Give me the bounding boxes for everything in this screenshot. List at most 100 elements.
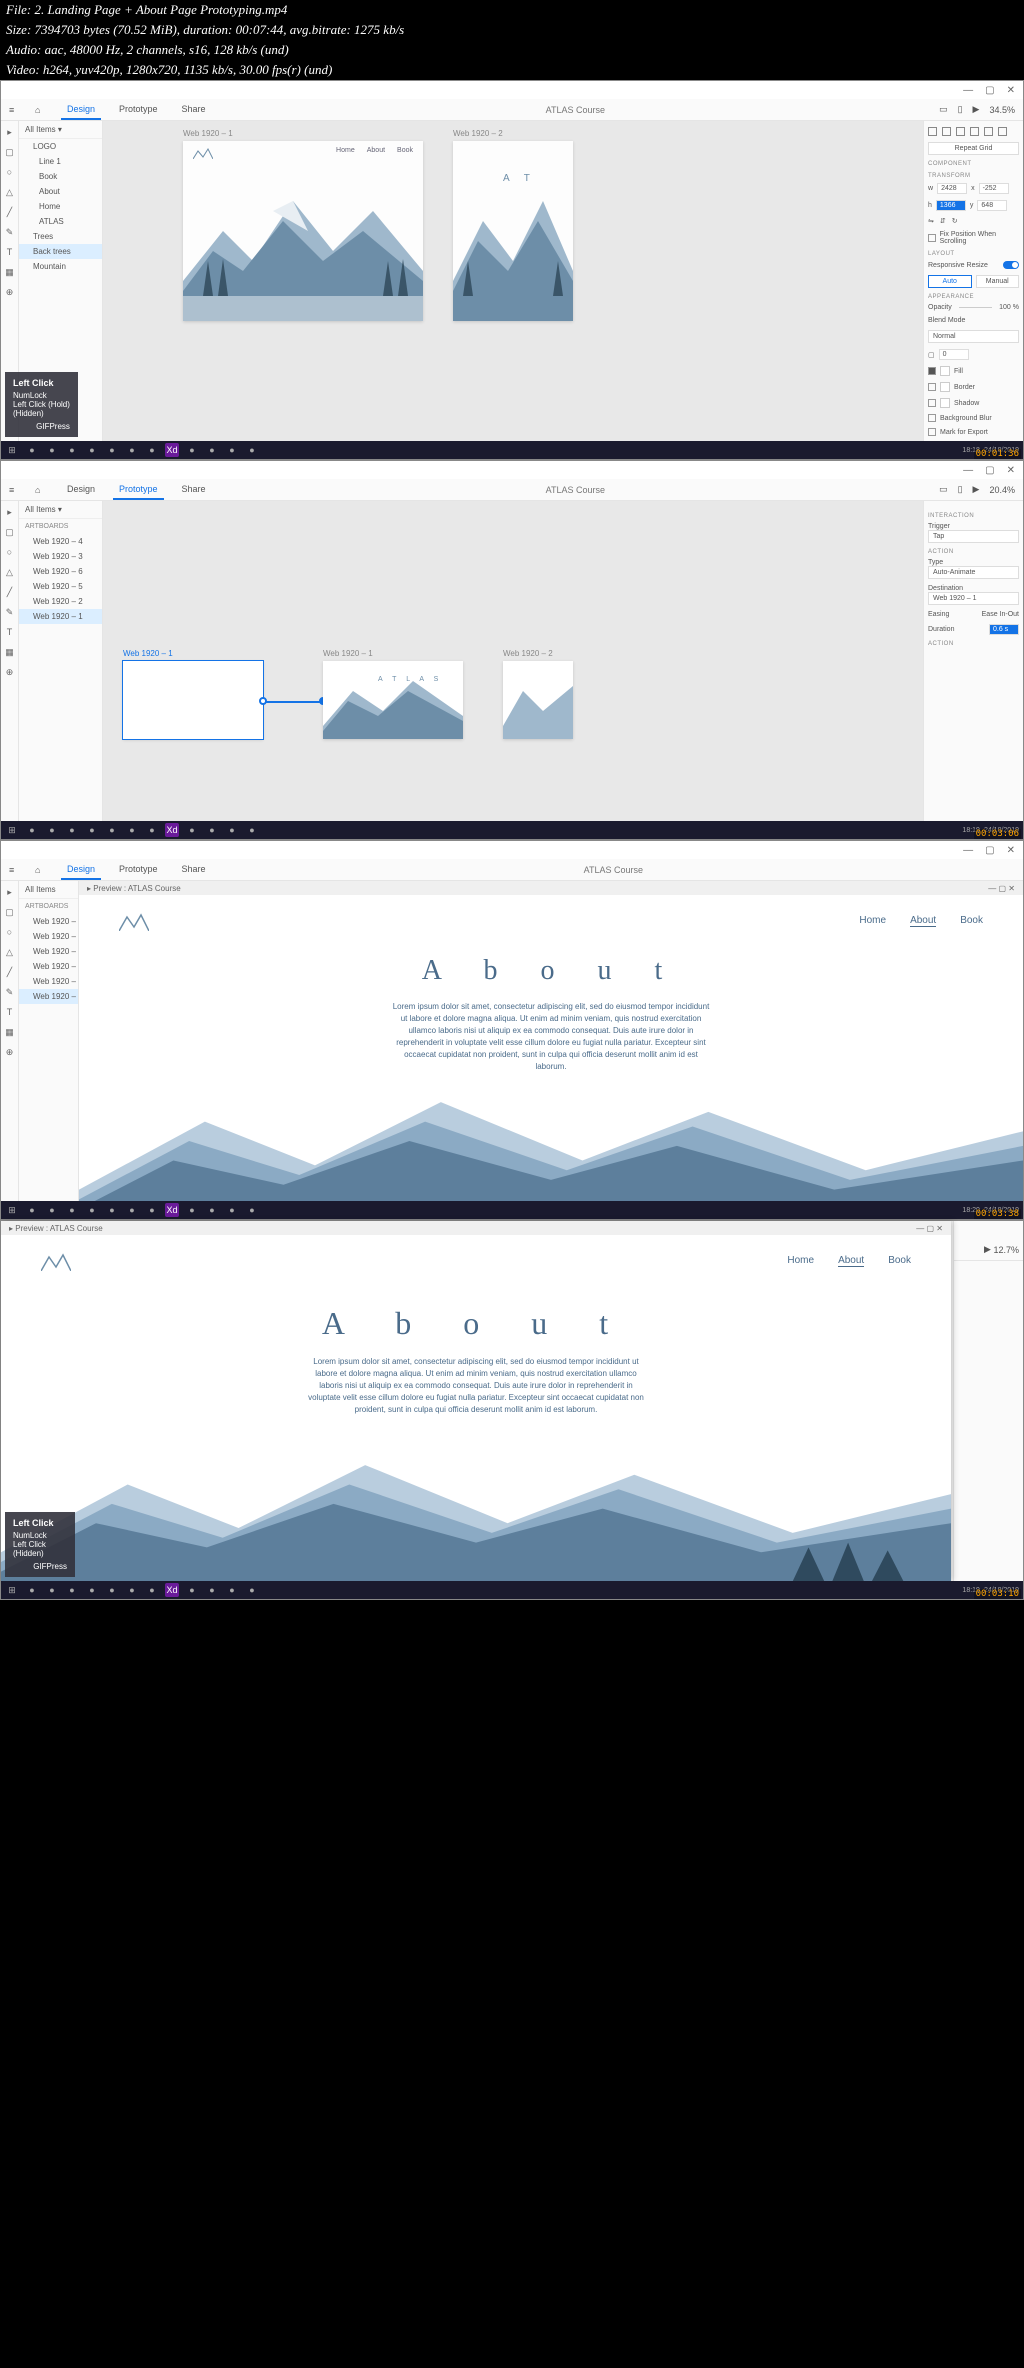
artboard-tool[interactable]: ▦	[5, 267, 15, 277]
desktop-preview-icon[interactable]: ▭	[939, 484, 948, 495]
ellipse-tool[interactable]: ○	[5, 547, 15, 557]
layers-filter[interactable]: All Items	[19, 881, 78, 899]
align-center-icon[interactable]	[942, 127, 951, 136]
taskbar-app[interactable]: ●	[185, 1583, 199, 1597]
taskbar-app[interactable]: ●	[245, 1583, 259, 1597]
taskbar-app[interactable]: ●	[145, 443, 159, 457]
nav-about[interactable]: About	[367, 147, 385, 154]
taskbar-app[interactable]: ●	[205, 1583, 219, 1597]
tab-prototype[interactable]: Prototype	[113, 860, 164, 880]
minimize-icon[interactable]: —	[963, 465, 973, 476]
fix-position-checkbox[interactable]	[928, 234, 936, 242]
preview-minimize-icon[interactable]: —	[988, 884, 996, 893]
tab-share[interactable]: Share	[176, 480, 212, 500]
start-icon[interactable]: ⊞	[5, 443, 19, 457]
taskbar-xd[interactable]: Xd	[165, 823, 179, 837]
maximize-icon[interactable]: ▢	[985, 85, 994, 96]
taskbar-xd[interactable]: Xd	[165, 443, 179, 457]
taskbar-app[interactable]: ●	[225, 1583, 239, 1597]
start-icon[interactable]: ⊞	[5, 1583, 19, 1597]
tab-share[interactable]: Share	[176, 100, 212, 120]
taskbar-app[interactable]: ●	[25, 1203, 39, 1217]
layer-item[interactable]: Trees	[19, 229, 102, 244]
artboard-item[interactable]: Web 1920 – 3	[19, 549, 102, 564]
minimize-icon[interactable]: —	[963, 85, 973, 96]
repeat-grid-button[interactable]: Repeat Grid	[928, 142, 1019, 155]
layers-filter[interactable]: All Items ▾	[19, 501, 102, 519]
close-icon[interactable]: ✕	[1007, 465, 1015, 476]
zoom-tool[interactable]: ⊕	[5, 667, 15, 677]
nav-about[interactable]: About	[838, 1255, 864, 1267]
taskbar-app[interactable]: ●	[65, 1203, 79, 1217]
x-input[interactable]: -252	[979, 183, 1009, 194]
taskbar-app[interactable]: ●	[45, 1203, 59, 1217]
wire-node-start[interactable]	[259, 697, 267, 705]
polygon-tool[interactable]: △	[5, 187, 15, 197]
layer-item[interactable]: Line 1	[19, 154, 102, 169]
fill-swatch[interactable]	[940, 366, 950, 376]
artboard-tool[interactable]: ▦	[5, 1027, 15, 1037]
rect-tool[interactable]: ▢	[5, 527, 15, 537]
select-tool[interactable]: ▸	[5, 127, 15, 137]
taskbar-app[interactable]: ●	[125, 443, 139, 457]
artboard-item[interactable]: Web 1920 – 2	[19, 974, 78, 989]
home-icon[interactable]: ⌂	[35, 485, 51, 495]
tab-prototype[interactable]: Prototype	[113, 100, 164, 120]
close-icon[interactable]: ✕	[1007, 85, 1015, 96]
zoom-level[interactable]: 20.4%	[989, 485, 1015, 495]
opacity-value[interactable]: 100 %	[999, 304, 1019, 311]
artboard-item[interactable]: Web 1920 – 4	[19, 914, 78, 929]
close-icon[interactable]: ✕	[1007, 845, 1015, 856]
artboard-item[interactable]: Web 1920 – 2	[19, 594, 102, 609]
taskbar-xd[interactable]: Xd	[165, 1203, 179, 1217]
preview-maximize-icon[interactable]: ▢	[999, 884, 1007, 893]
taskbar-app[interactable]: ●	[105, 823, 119, 837]
flip-h-icon[interactable]: ⇋	[928, 217, 934, 225]
minimize-icon[interactable]: —	[963, 845, 973, 856]
align-left-icon[interactable]	[928, 127, 937, 136]
artboard-label[interactable]: Web 1920 – 1	[123, 649, 173, 658]
taskbar-app[interactable]: ●	[65, 443, 79, 457]
taskbar-app[interactable]: ●	[245, 823, 259, 837]
maximize-icon[interactable]: ▢	[985, 465, 994, 476]
y-input[interactable]: 648	[977, 200, 1007, 211]
border-swatch[interactable]	[940, 382, 950, 392]
hamburger-icon[interactable]: ≡	[9, 105, 25, 115]
taskbar-app[interactable]: ●	[205, 443, 219, 457]
align-bottom-icon[interactable]	[998, 127, 1007, 136]
nav-home[interactable]: Home	[336, 147, 355, 154]
ellipse-tool[interactable]: ○	[5, 927, 15, 937]
taskbar-app[interactable]: ●	[25, 823, 39, 837]
preview-maximize-icon[interactable]: ▢	[927, 1224, 935, 1233]
tab-prototype[interactable]: Prototype	[113, 480, 164, 500]
zoom-level[interactable]: 34.5%	[989, 105, 1015, 115]
mobile-preview-icon[interactable]: ▯	[958, 104, 963, 115]
taskbar-app[interactable]: ●	[45, 443, 59, 457]
taskbar-app[interactable]: ●	[25, 443, 39, 457]
maximize-icon[interactable]: ▢	[985, 845, 994, 856]
taskbar-app[interactable]: ●	[225, 1203, 239, 1217]
zoom-tool[interactable]: ⊕	[5, 1047, 15, 1057]
artboard-label[interactable]: Web 1920 – 2	[453, 129, 503, 138]
manual-button[interactable]: Manual	[976, 275, 1020, 288]
align-middle-icon[interactable]	[984, 127, 993, 136]
taskbar-app[interactable]: ●	[45, 1583, 59, 1597]
text-tool[interactable]: T	[5, 627, 15, 637]
destination-dropdown[interactable]: Web 1920 – 1	[928, 592, 1019, 605]
tab-share[interactable]: Share	[176, 860, 212, 880]
pen-tool[interactable]: ✎	[5, 227, 15, 237]
width-input[interactable]: 2428	[937, 183, 967, 194]
artboard-item[interactable]: Web 1920 – 6	[19, 564, 102, 579]
hamburger-icon[interactable]: ≡	[9, 865, 25, 875]
nav-about[interactable]: About	[910, 915, 936, 927]
artboard-item[interactable]: Web 1920 – 5	[19, 959, 78, 974]
play-icon[interactable]: ▶	[973, 484, 980, 495]
nav-home[interactable]: Home	[859, 915, 886, 927]
rect-tool[interactable]: ▢	[5, 147, 15, 157]
play-icon[interactable]: ▶	[973, 104, 980, 115]
height-input[interactable]: 1366	[936, 200, 966, 211]
easing-value[interactable]: Ease In-Out	[982, 611, 1019, 618]
taskbar-app[interactable]: ●	[45, 823, 59, 837]
polygon-tool[interactable]: △	[5, 567, 15, 577]
layers-filter[interactable]: All Items ▾	[19, 121, 102, 139]
